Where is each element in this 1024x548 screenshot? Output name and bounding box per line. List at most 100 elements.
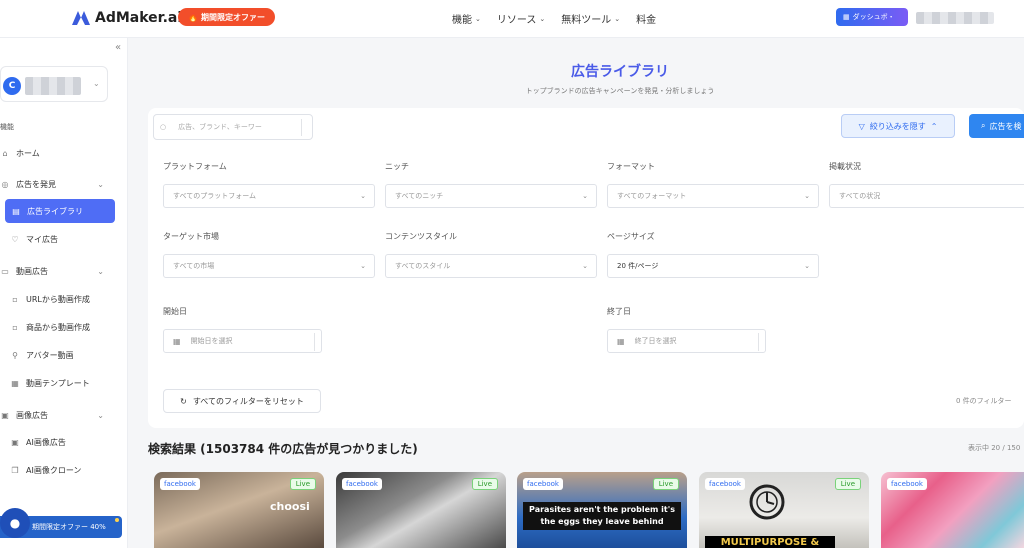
market-select[interactable]: すべての市場 ⌄ [163,254,375,278]
status-badge: Live [289,478,316,490]
ad-card[interactable]: facebook [881,472,1024,548]
ad-card[interactable]: facebook Live MULTIPURPOSE & [699,472,869,548]
nav-pricing[interactable]: 料金 [636,11,656,26]
image-icon: ▣ [11,437,19,447]
chevron-down-icon: ⌄ [804,192,810,200]
logo[interactable]: AdMaker.ai [72,10,182,26]
ad-caption: Parasites aren't the problem it's the eg… [523,502,681,530]
platform-select[interactable]: すべてのプラットフォーム ⌄ [163,184,375,208]
sidebar-item-image-ads[interactable]: ▣ 画像広告 ⌄ [0,403,118,427]
chevron-down-icon: ⌄ [804,262,810,270]
filter-icon: ▽ [858,121,865,131]
reset-filters-button[interactable]: ↻ すべてのフィルターをリセット [163,389,321,413]
sidebar-item-label: 画像広告 [16,410,48,420]
content-style-label: コンテンツスタイル [385,232,457,241]
end-date-label: 終了日 [607,307,631,316]
nav-resources[interactable]: リソース ⌄ [496,11,545,27]
sidebar-item-ai-image-clone[interactable]: ❐ AI画像クローン [10,458,118,482]
nav-label: リソース [496,15,537,26]
sidebar: « C ⌄ 機能 ⌂ ホーム ◎ 広告を発見 ⌄ ▤ 広告ライブラリ ♡ マイ広告 ▭ 動画… [0,38,128,548]
sidebar-item-avatar-video[interactable]: ⚲ アバター動画 [10,343,118,367]
avatar: C [3,77,21,95]
main-nav: 機能 ⌄ リソース ⌄ 無料ツール ⌄ 料金 [452,11,656,27]
format-select[interactable]: すべてのフォーマット ⌄ [607,184,819,208]
start-date-label: 開始日 [163,307,187,316]
hide-filters-button[interactable]: ▽ 絞り込みを隠す ⌃ [841,114,955,138]
search-button[interactable]: ⌕ 広告を検 [969,114,1024,138]
chevron-down-icon: ⌄ [97,410,104,420]
ad-card[interactable]: facebook Live Parasites aren't the probl… [517,472,687,548]
offer-label: 期間限定オファー 40% [32,523,106,531]
dashboard-button[interactable]: ▦ ダッシュボ・ [836,8,908,26]
search-button-label: 広告を検 [989,121,1022,131]
status-badge: Live [471,478,498,490]
clock-icon [749,484,785,520]
status-badge: Live [834,478,861,490]
promo-badge[interactable]: 🔥 期間限定オファー [178,8,275,26]
status-value: すべての状況 [839,192,881,200]
top-bar: AdMaker.ai 🔥 期間限定オファー 機能 ⌄ リソース ⌄ 無料ツール ⌄ 料… [0,0,1024,38]
format-value: すべてのフォーマット [617,192,687,200]
sidebar-item-my-ads[interactable]: ♡ マイ広告 [10,227,118,251]
copy-icon: ❐ [11,465,19,475]
sidebar-item-home[interactable]: ⌂ ホーム [0,141,118,165]
sidebar-item-video-templates[interactable]: ▦ 動画テンプレート [10,371,118,395]
sidebar-item-ad-library[interactable]: ▤ 広告ライブラリ [5,199,115,223]
ad-card[interactable]: facebook Live choosi [154,472,324,548]
nav-free-tools[interactable]: 無料ツール ⌄ [561,11,620,27]
chevron-down-icon: ⌄ [582,192,588,200]
showing-count: 表示中 20 / 150 [968,444,1021,452]
search-input[interactable]: ○ 広告、ブランド、キーワー [153,114,313,140]
page-size-select[interactable]: 20 件/ページ ⌄ [607,254,819,278]
sidebar-item-label: 動画テンプレート [26,378,90,388]
user-icon: ⚲ [12,350,18,360]
nav-label: 無料ツール [561,15,612,26]
chevron-down-icon: ⌄ [360,192,366,200]
status-select[interactable]: すべての状況 [829,184,1024,208]
sidebar-item-video-ads[interactable]: ▭ 動画広告 ⌄ [0,259,118,283]
end-date-input[interactable]: ▦ 終了日を選択 [607,329,766,353]
page-subtitle: トップブランドの広告キャンペーンを発見・分析しましょう [525,87,715,95]
nav-label: 料金 [636,15,657,26]
search-placeholder: 広告、ブランド、キーワー [178,123,262,131]
content-style-select[interactable]: すべてのスタイル ⌄ [385,254,597,278]
sidebar-item-ai-image-ads[interactable]: ▣ AI画像広告 [10,430,118,454]
sidebar-item-discover-ads[interactable]: ◎ 広告を発見 ⌄ [0,172,118,196]
sidebar-item-url-to-video[interactable]: ▫ URLから動画作成 [10,287,118,311]
page-size-value: 20 件/ページ [617,262,659,270]
chevron-down-icon: ⌄ [360,262,366,270]
account-switcher[interactable]: C ⌄ [0,66,108,102]
sidebar-item-label: 広告を発見 [16,179,56,189]
page-title: 広告ライブラリ [571,64,669,80]
niche-select[interactable]: すべてのニッチ ⌄ [385,184,597,208]
sidebar-item-label: 商品から動画作成 [26,322,90,332]
library-icon: ▤ [12,206,20,216]
nav-features[interactable]: 機能 ⌄ [452,11,481,27]
camera-icon: ▫ [12,294,18,304]
promo-label: 期間限定オファー [200,12,265,22]
video-icon: ▭ [1,266,9,276]
hide-filters-label: 絞り込みを隠す [869,121,926,131]
ad-card[interactable]: facebook Live [336,472,506,548]
collapse-sidebar-icon[interactable]: « [115,42,121,53]
user-menu-redacted[interactable] [916,12,994,24]
status-badge: Live [652,478,679,490]
chat-icon[interactable]: ● [0,508,30,538]
platform-badge: facebook [705,478,745,490]
start-date-input[interactable]: ▦ 開始日を選択 [163,329,322,353]
section-label-features: 機能 [0,123,14,131]
results-title: 検索結果 (1503784 件の広告が見つかりました) [148,442,418,456]
market-label: ターゲット市場 [163,232,219,241]
account-name-redacted [25,77,81,95]
sidebar-item-label: AI画像クローン [26,465,82,475]
sidebar-item-product-to-video[interactable]: ▫ 商品から動画作成 [10,315,118,339]
end-date-placeholder: 終了日を選択 [634,337,677,345]
platform-badge: facebook [342,478,382,490]
compass-icon: ◎ [1,179,9,189]
filter-count: 0 件のフィルター [956,397,1012,405]
content-style-value: すべてのスタイル [395,262,451,270]
ad-caption: MULTIPURPOSE & [705,536,835,548]
sidebar-item-label: マイ広告 [26,234,58,244]
sidebar-item-label: ホーム [16,148,40,158]
calendar-icon: ▦ [617,336,625,346]
